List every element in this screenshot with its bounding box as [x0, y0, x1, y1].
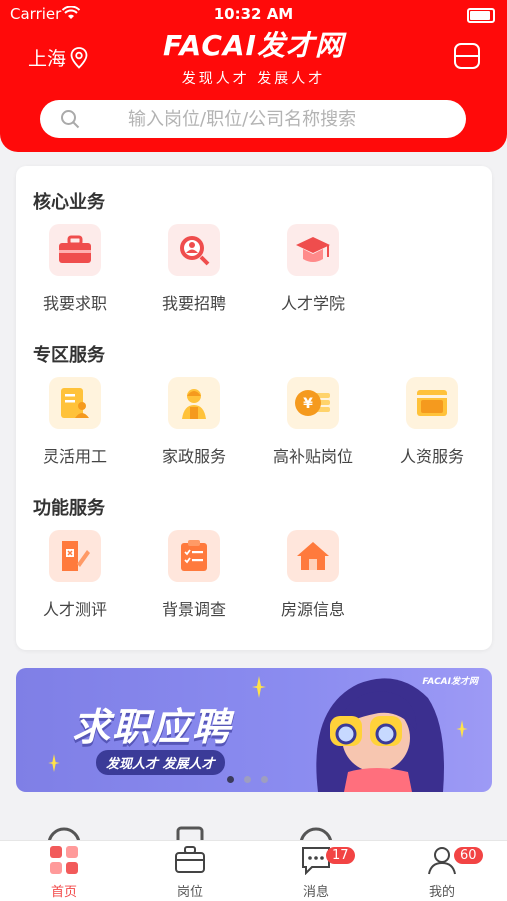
- service-label: 高补贴岗位: [272, 447, 353, 466]
- tab-label: 岗位: [176, 885, 203, 900]
- user-icon: [428, 847, 456, 875]
- service-hr-services[interactable]: 人资服务: [373, 377, 491, 467]
- home-grid-icon: [50, 846, 78, 874]
- pagination-dot[interactable]: [261, 776, 268, 783]
- tab-label: 消息: [302, 885, 329, 900]
- tab-bar: 首页 岗位 消息 17 我的 60: [0, 840, 507, 901]
- worker-card-icon: [49, 377, 101, 429]
- service-find-job[interactable]: 我要求职: [16, 224, 134, 314]
- pagination-dot[interactable]: [244, 776, 251, 783]
- pagination-dot[interactable]: [227, 776, 234, 783]
- service-label: 我要招聘: [161, 294, 226, 313]
- services-card: 核心业务 我要求职 我要招聘 人才学院 专区服务 灵活用工 家政服务 ¥ 高补贴…: [16, 166, 492, 650]
- search-bar[interactable]: [40, 100, 466, 138]
- service-label: 人才学院: [280, 294, 345, 313]
- folder-icon: [406, 377, 458, 429]
- house-icon: [287, 530, 339, 582]
- partial-icon: [299, 827, 333, 840]
- service-background-check[interactable]: 背景调查: [135, 530, 253, 620]
- briefcase-icon: [175, 846, 205, 873]
- service-label: 我要求职: [42, 294, 107, 313]
- tab-label: 我的: [428, 885, 455, 900]
- yen-coin-icon: ¥: [287, 377, 339, 429]
- service-label: 家政服务: [161, 447, 226, 466]
- service-label: 房源信息: [280, 600, 345, 619]
- partial-icon: [47, 827, 81, 840]
- banner-pagination: [227, 776, 268, 783]
- banner-headline: 求职应聘: [72, 705, 233, 749]
- checklist-icon: [168, 530, 220, 582]
- status-bar: Carrier 10:32 AM: [0, 4, 507, 26]
- profile-badge: 60: [454, 847, 483, 864]
- tab-label: 首页: [50, 885, 77, 900]
- service-talent-academy[interactable]: 人才学院: [254, 224, 372, 314]
- housekeeper-icon: [168, 377, 220, 429]
- status-time: 10:32 AM: [213, 5, 294, 23]
- header: Carrier 10:32 AM 上海 FACAI发才网 发现人才 发展人才: [0, 0, 507, 152]
- briefcase-icon: [49, 224, 101, 276]
- message-badge: 17: [326, 847, 355, 864]
- menu-icon[interactable]: [453, 42, 481, 70]
- service-label: 灵活用工: [42, 447, 107, 466]
- section-title-core: 核心业务: [33, 192, 105, 213]
- service-talent-assessment[interactable]: 人才测评: [16, 530, 134, 620]
- service-housing-info[interactable]: 房源信息: [254, 530, 372, 620]
- recruit-search-icon: [168, 224, 220, 276]
- partial-icon: [176, 826, 204, 840]
- service-recruit[interactable]: 我要招聘: [135, 224, 253, 314]
- promo-banner[interactable]: 求职应聘 发现人才 发展人才 FACAI发才网: [16, 668, 492, 792]
- search-icon: [61, 110, 80, 129]
- svg-text:¥: ¥: [303, 396, 313, 412]
- service-label: 人才测评: [42, 600, 107, 619]
- tab-profile[interactable]: 我的 60: [402, 845, 483, 900]
- sparkle-icon: [252, 676, 266, 698]
- service-flexible-work[interactable]: 灵活用工: [16, 377, 134, 467]
- assessment-pen-icon: [49, 530, 101, 582]
- tab-home[interactable]: 首页: [24, 845, 104, 900]
- tab-jobs[interactable]: 岗位: [150, 845, 230, 900]
- service-label: 背景调查: [161, 600, 226, 619]
- graduation-cap-icon: [287, 224, 339, 276]
- service-housekeeping[interactable]: 家政服务: [135, 377, 253, 467]
- service-subsidy-jobs[interactable]: ¥ 高补贴岗位: [254, 377, 372, 467]
- section-title-zone: 专区服务: [33, 345, 105, 366]
- service-label: 人资服务: [399, 447, 464, 466]
- brand-logo: FACAI发才网 发现人才 发展人才: [0, 24, 507, 88]
- tab-messages[interactable]: 消息 17: [276, 845, 356, 900]
- sparkle-icon: [48, 754, 60, 772]
- battery-icon: [467, 8, 495, 23]
- banner-tagline: 发现人才 发展人才: [96, 750, 225, 775]
- brand-name: FACAI发才网: [163, 29, 344, 62]
- section-title-function: 功能服务: [33, 498, 105, 519]
- brand-slogan: 发现人才 发展人才: [181, 71, 326, 87]
- woman-binoculars-illustration: [316, 678, 444, 792]
- search-input[interactable]: [126, 107, 450, 131]
